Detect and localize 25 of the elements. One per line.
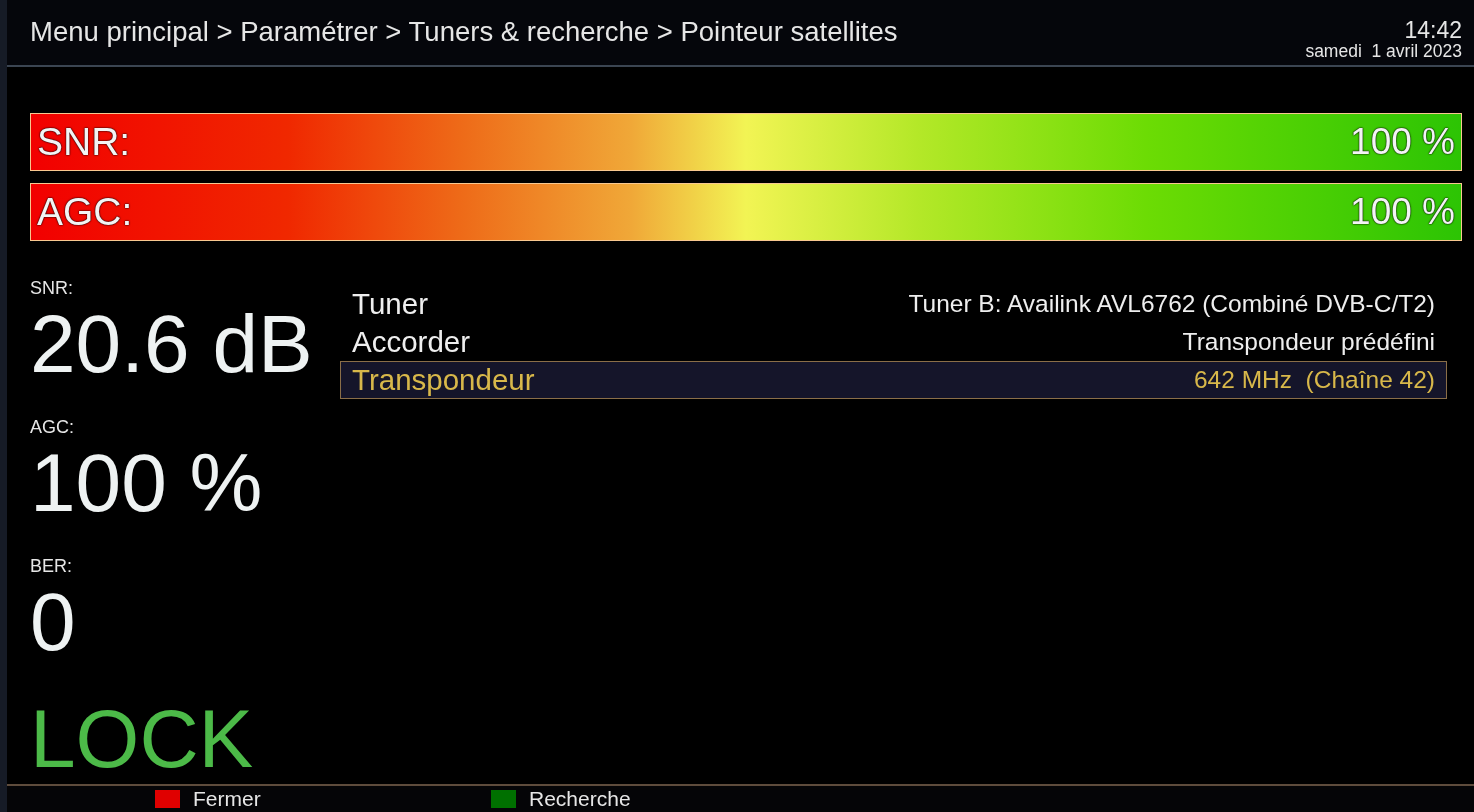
clock-time: 14:42 [1404, 18, 1462, 42]
lock-status: LOCK [30, 694, 254, 784]
setting-label: Transpondeur [352, 363, 535, 397]
setting-value: Transpondeur prédéfini [1182, 328, 1435, 356]
meter-reading: 100 % [1350, 120, 1455, 164]
setting-value: 642 MHz (Chaîne 42) [1193, 366, 1435, 394]
meter-reading: 100 % [1350, 190, 1455, 234]
meter-label: SNR: [37, 120, 131, 164]
setting-label: Tuner [352, 287, 428, 321]
settings-row[interactable]: Accorder Transpondeur prédéfini [340, 323, 1447, 361]
clock-date: samedi 1 avril 2023 [1305, 42, 1462, 60]
readout-label: AGC: [30, 416, 74, 438]
readout-label: SNR: [30, 277, 73, 299]
readout-value: 100 % [30, 438, 263, 528]
meter-label: AGC: [37, 190, 133, 234]
readout-value: 20.6 dB [30, 299, 313, 389]
setting-label: Accorder [352, 325, 471, 359]
footer-button[interactable]: Recherche [491, 787, 827, 811]
breadcrumb: Menu principal > Paramétrer > Tuners & recherche > Pointeur satellites [30, 16, 898, 48]
readout-value: 0 [30, 577, 76, 667]
footer-button[interactable]: Fermer [155, 787, 491, 811]
settings-row[interactable]: Tuner Tuner B: Availink AVL6762 (Combiné DVB-C/T2) [340, 285, 1447, 323]
setting-value: Tuner B: Availink AVL6762 (Combiné DVB-C/T2) [908, 290, 1435, 318]
settings-row[interactable]: Transpondeur 642 MHz (Chaîne 42) [340, 361, 1447, 399]
readout-label: BER: [30, 555, 72, 577]
